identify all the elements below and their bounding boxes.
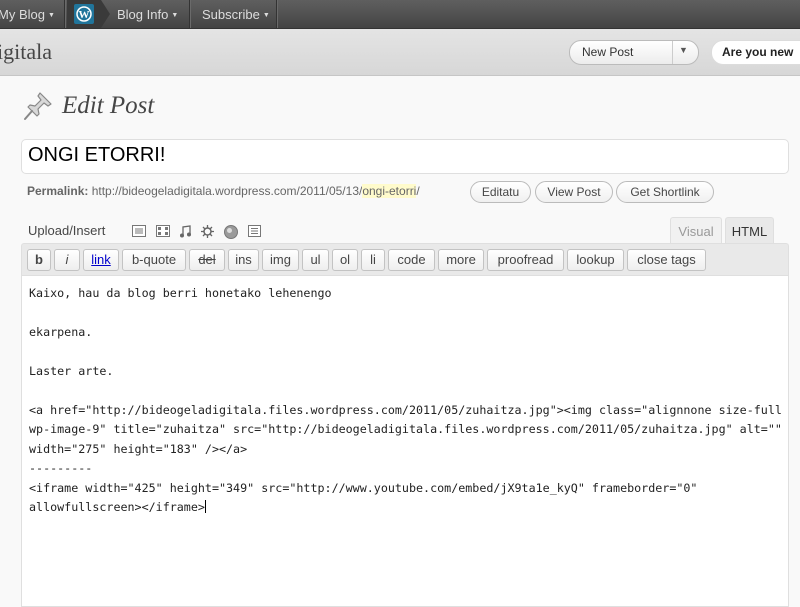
subscribe-label: Subscribe (202, 7, 260, 22)
li-button[interactable]: li (361, 249, 385, 271)
editor-line: <a href="http://bideogeladigitala.files.… (29, 403, 782, 417)
add-video-icon[interactable] (156, 225, 170, 237)
del-button[interactable]: del (189, 249, 225, 271)
editor-line: Laster arte. (29, 364, 114, 378)
ol-button[interactable]: ol (332, 249, 358, 271)
chevron-down-icon[interactable]: ▼ (679, 45, 688, 55)
proofread-button[interactable]: proofread (487, 249, 564, 271)
tab-html[interactable]: HTML (725, 217, 774, 244)
more-button[interactable]: more (438, 249, 484, 271)
editor-line: width="275" height="183" /></a> (29, 442, 248, 456)
add-audio-icon[interactable] (179, 225, 191, 238)
admin-bar-divider (189, 0, 191, 28)
wordpress-icon: W (74, 4, 94, 24)
img-button[interactable]: img (262, 249, 299, 271)
svg-text:W: W (79, 9, 90, 21)
view-post-button[interactable]: View Post (535, 181, 613, 203)
new-post-label[interactable]: New Post (582, 45, 633, 59)
chevron-down-icon: ▼ (262, 12, 270, 19)
editor-line: <iframe width="425" height="349" src="ht… (29, 481, 698, 495)
ul-button[interactable]: ul (302, 249, 329, 271)
post-title-field[interactable] (21, 139, 789, 174)
bold-button[interactable]: b (27, 249, 51, 271)
editor-line: wp-image-9" title="zuhaitza" src="http:/… (29, 422, 782, 436)
link-button[interactable]: link (83, 249, 119, 271)
pushpin-icon (24, 92, 52, 120)
wordpress-logo-button[interactable]: W (67, 0, 101, 28)
blockquote-button[interactable]: b-quote (122, 249, 186, 271)
editor-line: --------- (29, 461, 93, 475)
new-post-dropdown[interactable]: New Post ▼ (569, 40, 699, 65)
close-tags-button[interactable]: close tags (627, 249, 706, 271)
permalink-end: / (416, 184, 420, 198)
subscribe-menu[interactable]: Subscribe ▼ (202, 0, 270, 28)
my-blog-label: My Blog (0, 7, 45, 22)
wordpress-logo-arrow (101, 0, 110, 28)
my-blog-menu[interactable]: My Blog ▼ (0, 0, 55, 28)
lookup-button[interactable]: lookup (567, 249, 624, 271)
get-shortlink-button[interactable]: Get Shortlink (616, 181, 714, 203)
tab-visual[interactable]: Visual (670, 217, 722, 244)
edit-permalink-button[interactable]: Editatu (470, 181, 531, 203)
permalink-slug[interactable]: ongi-etorri (362, 184, 417, 198)
code-button[interactable]: code (388, 249, 435, 271)
admin-bar-divider (276, 0, 278, 28)
add-form-icon[interactable] (248, 225, 261, 237)
site-header: igitala New Post ▼ Are you new (0, 29, 800, 76)
admin-bar-divider (64, 0, 66, 28)
italic-button[interactable]: i (54, 249, 80, 271)
editor-line: ekarpena. (29, 325, 93, 339)
ins-button[interactable]: ins (228, 249, 259, 271)
post-title-input[interactable] (28, 144, 768, 167)
add-poll-icon[interactable] (224, 225, 238, 239)
permalink-row: Permalink: http://bideogeladigitala.word… (27, 184, 420, 198)
page-title: Edit Post (62, 92, 155, 119)
editor-line-last: allowfullscreen></iframe> (29, 500, 206, 514)
text-cursor (204, 500, 206, 513)
are-you-new-link[interactable]: Are you new (711, 40, 800, 65)
add-image-icon[interactable] (132, 225, 146, 237)
site-name[interactable]: igitala (0, 39, 52, 65)
chevron-down-icon: ▼ (171, 12, 179, 19)
chevron-down-icon: ▼ (47, 12, 55, 19)
dropdown-divider (672, 41, 673, 64)
post-content-editor[interactable]: Kaixo, hau da blog berri honetako lehene… (21, 275, 789, 607)
editor-line-text: allowfullscreen></iframe> (29, 500, 205, 514)
editor-line: Kaixo, hau da blog berri honetako lehene… (29, 286, 332, 300)
permalink-base: http://bideogeladigitala.wordpress.com/2… (91, 184, 363, 198)
upload-insert-label: Upload/Insert (28, 223, 106, 238)
permalink-label: Permalink: (27, 184, 89, 198)
add-media-icon[interactable] (201, 225, 214, 238)
admin-bar: My Blog ▼ W Blog Info ▼ Subscribe ▼ (0, 0, 800, 29)
blog-info-menu[interactable]: Blog Info ▼ (117, 0, 178, 28)
blog-info-label: Blog Info (117, 7, 169, 22)
